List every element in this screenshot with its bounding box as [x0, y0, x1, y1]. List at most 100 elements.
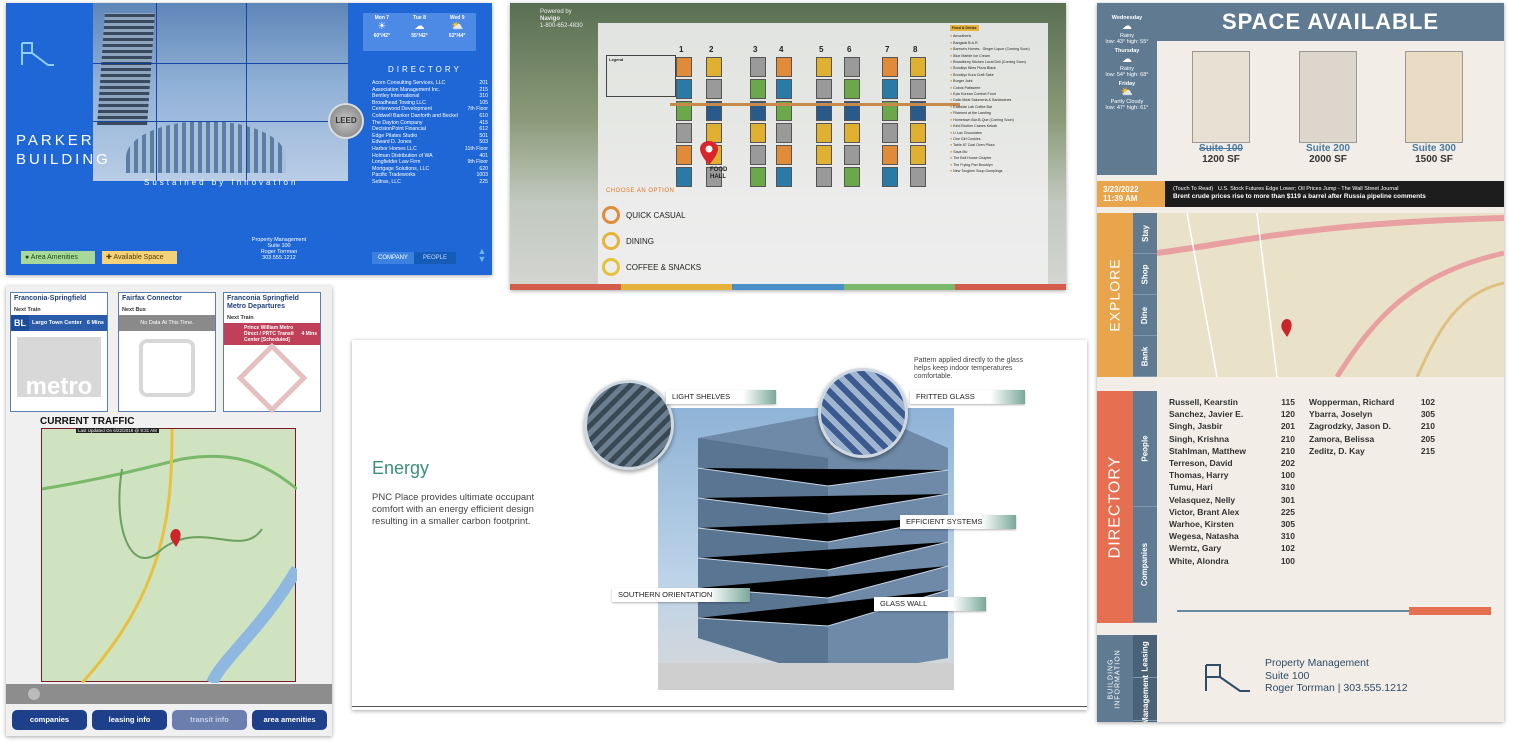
food-list-item[interactable]: ● New Toughen Soup Dumplings: [950, 168, 1050, 174]
side-tab[interactable]: Companies: [1133, 507, 1157, 623]
store-block[interactable]: [676, 167, 692, 187]
store-block[interactable]: [776, 79, 792, 99]
side-tab[interactable]: Shop: [1133, 254, 1157, 295]
directory-row[interactable]: Wegesa, Natasha 310: [1169, 530, 1309, 542]
directory-row[interactable]: Ybarra, Joselyn 305: [1309, 408, 1449, 420]
directory-row[interactable]: Stahlman, Matthew 210: [1169, 445, 1309, 457]
directory-row[interactable]: Russell, Kearstin 115: [1169, 396, 1309, 408]
store-block[interactable]: [706, 123, 722, 143]
directory-row[interactable]: Longfielder Law Firm 9th Floor: [372, 159, 488, 166]
directory-row[interactable]: Association Management Inc. 215: [372, 87, 488, 94]
side-tab[interactable]: People: [1133, 391, 1157, 507]
directory-row[interactable]: Pacific Tradeworks 1003: [372, 172, 488, 179]
store-block[interactable]: [910, 123, 926, 143]
directory-row[interactable]: Coldwell Banker Danforth and Beckel 610: [372, 113, 488, 120]
transit-info-button[interactable]: transit info: [172, 710, 247, 730]
store-block[interactable]: [776, 167, 792, 187]
store-block[interactable]: [816, 57, 832, 77]
store-block[interactable]: [776, 123, 792, 143]
store-block[interactable]: [750, 79, 766, 99]
directory-row[interactable]: Wopperman, Richard 102: [1309, 396, 1449, 408]
directory-row[interactable]: Warhoe, Kirsten 305: [1169, 518, 1309, 530]
store-block[interactable]: [844, 123, 860, 143]
leasing-info-button[interactable]: leasing info: [92, 710, 167, 730]
area-map[interactable]: [1156, 212, 1504, 379]
directory-row[interactable]: Edge Pilates Studio 501: [372, 133, 488, 140]
store-block[interactable]: [882, 57, 898, 77]
suite-100-floorplan[interactable]: [1192, 51, 1250, 143]
directory-row[interactable]: Terreson, David 202: [1169, 457, 1309, 469]
directory-row[interactable]: Singh, Jasbir 201: [1169, 420, 1309, 432]
directory-row[interactable]: Centerwood Development 7th Floor: [372, 106, 488, 113]
quick-casual-option[interactable]: QUICK CASUAL: [602, 206, 686, 224]
coffee-snacks-option[interactable]: COFFEE & SNACKS: [602, 258, 701, 276]
traffic-map[interactable]: [41, 428, 303, 686]
store-block[interactable]: [844, 167, 860, 187]
store-block[interactable]: [816, 123, 832, 143]
directory-scrollbar[interactable]: [1409, 607, 1491, 615]
tab-people[interactable]: PEOPLE: [414, 252, 456, 264]
accessibility-icon[interactable]: [28, 688, 40, 700]
directory-row[interactable]: Tumu, Hari 310: [1169, 481, 1309, 493]
directory-row[interactable]: Settrax, LLC 225: [372, 179, 488, 186]
store-block[interactable]: [816, 167, 832, 187]
store-block[interactable]: [676, 145, 692, 165]
directory-row[interactable]: Zagrodzky, Jason D. 210: [1309, 420, 1449, 432]
available-space-button[interactable]: ✚ Available Space: [102, 251, 177, 264]
store-block[interactable]: [882, 79, 898, 99]
directory-row[interactable]: Werntz, Gary 102: [1169, 542, 1309, 554]
store-block[interactable]: [776, 57, 792, 77]
store-block[interactable]: [844, 145, 860, 165]
directory-row[interactable]: Victor, Brant Alex 225: [1169, 506, 1309, 518]
store-block[interactable]: [706, 79, 722, 99]
directory-row[interactable]: Sanchez, Javier E. 120: [1169, 408, 1309, 420]
companies-button[interactable]: companies: [12, 710, 87, 730]
store-block[interactable]: [816, 79, 832, 99]
directory-row[interactable]: Zamora, Belissa 205: [1309, 433, 1449, 445]
store-block[interactable]: [910, 145, 926, 165]
store-block[interactable]: [910, 79, 926, 99]
directory-row[interactable]: The Dayton Company 415: [372, 120, 488, 127]
news-ticker[interactable]: 3/23/2022 11:39 AM (Touch To Read) U.S. S…: [1097, 181, 1504, 207]
side-tab[interactable]: Stay: [1133, 213, 1157, 254]
tab-company[interactable]: COMPANY: [372, 252, 414, 264]
directory-row[interactable]: Harbor Homes LLC 11th Floor: [372, 146, 488, 153]
directory-row[interactable]: DecisionPoint Financial 612: [372, 126, 488, 133]
store-block[interactable]: [750, 167, 766, 187]
store-block[interactable]: [706, 57, 722, 77]
store-block[interactable]: [676, 123, 692, 143]
people-directory[interactable]: Russell, Kearstin 115 Sanchez, Javier E. 12…: [1169, 396, 1494, 567]
dining-option[interactable]: DINING: [602, 232, 654, 250]
directory-row[interactable]: Holman Distribution of WA 401: [372, 153, 488, 160]
directory-row[interactable]: Acorn Consulting Services, LLC 201: [372, 80, 488, 87]
directory-row[interactable]: White, Alondra 100: [1169, 555, 1309, 567]
side-tab[interactable]: Dine: [1133, 295, 1157, 336]
store-block[interactable]: [844, 79, 860, 99]
store-block[interactable]: [910, 167, 926, 187]
scroll-arrows[interactable]: ▲ ▼: [476, 247, 488, 264]
suite-300-floorplan[interactable]: [1405, 51, 1463, 143]
side-tab[interactable]: Management: [1133, 675, 1157, 722]
store-block[interactable]: [750, 145, 766, 165]
directory-row[interactable]: Singh, Krishna 210: [1169, 433, 1309, 445]
store-block[interactable]: [776, 145, 792, 165]
store-block[interactable]: [910, 57, 926, 77]
store-block[interactable]: [844, 57, 860, 77]
food-drinks-list[interactable]: Food & Drinks ● Amoutheris ● Bangkok B.A.R…: [950, 25, 1050, 174]
directory-row[interactable]: Edward D. Jones 503: [372, 139, 488, 146]
area-amenities-button[interactable]: area amenities: [252, 710, 327, 730]
suite-200-floorplan[interactable]: [1299, 51, 1357, 143]
directory-row[interactable]: Velasquez, Nelly 301: [1169, 494, 1309, 506]
directory-row[interactable]: Mortgage Solutions, LLC 620: [372, 166, 488, 173]
directory-row[interactable]: Bentley International 310: [372, 93, 488, 100]
store-block[interactable]: [676, 57, 692, 77]
directory-row[interactable]: Thomas, Harry 100: [1169, 469, 1309, 481]
store-block[interactable]: [882, 123, 898, 143]
store-block[interactable]: [816, 145, 832, 165]
company-directory-list[interactable]: Acorn Consulting Services, LLC 201 Associa…: [372, 80, 488, 186]
store-block[interactable]: [676, 79, 692, 99]
directory-row[interactable]: Zeditz, D. Kay 215: [1309, 445, 1449, 457]
side-tab[interactable]: Bank: [1133, 336, 1157, 377]
store-block[interactable]: [750, 123, 766, 143]
store-block[interactable]: [882, 145, 898, 165]
